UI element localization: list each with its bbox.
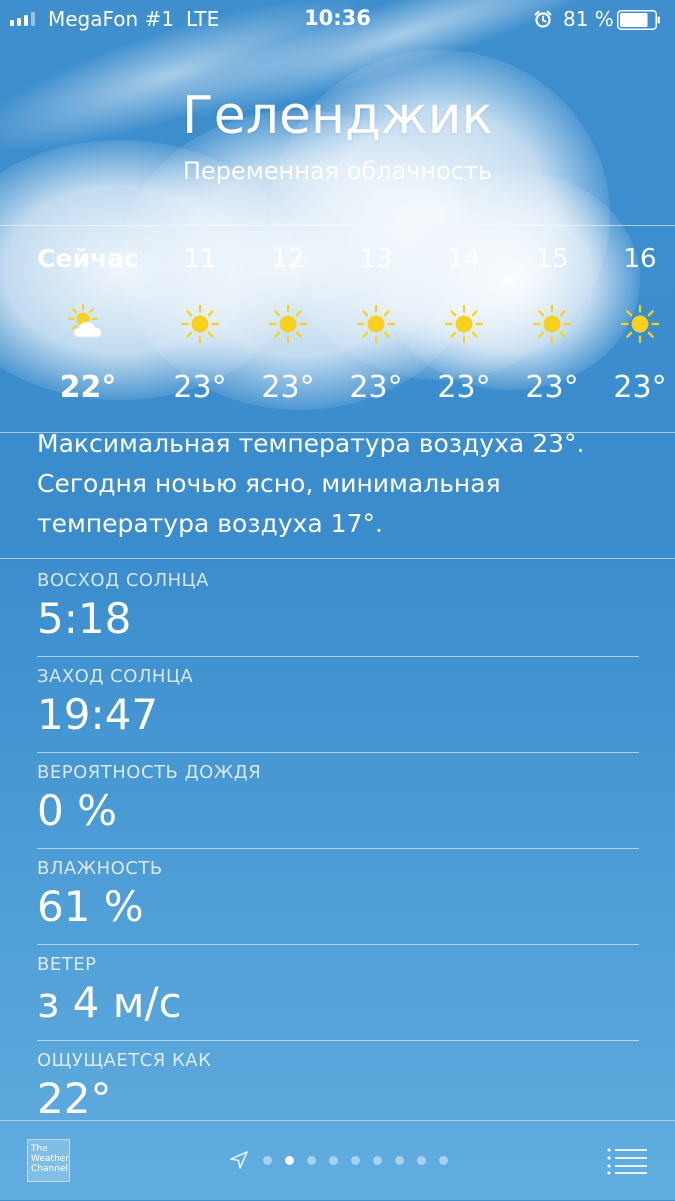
sun-icon bbox=[180, 304, 220, 344]
bottom-toolbar: The Weather Channel bbox=[0, 1120, 675, 1201]
rain-chance-value: 0 % bbox=[37, 786, 117, 835]
daily-summary: Максимальная температура воздуха 23°. Се… bbox=[37, 424, 637, 544]
sunset-label: ЗАХОД СОЛНЦА bbox=[37, 666, 194, 687]
page-dot[interactable] bbox=[263, 1156, 272, 1165]
page-dot[interactable] bbox=[373, 1156, 382, 1165]
battery-icon bbox=[617, 10, 660, 30]
humidity-label: ВЛАЖНОСТЬ bbox=[37, 858, 163, 879]
alarm-icon bbox=[534, 10, 552, 28]
page-dot[interactable] bbox=[395, 1156, 404, 1165]
battery-percent: 81 % bbox=[563, 7, 614, 31]
sun-icon bbox=[444, 304, 484, 344]
page-dot[interactable] bbox=[417, 1156, 426, 1165]
rain-chance-label: ВЕРОЯТНОСТЬ ДОЖДЯ bbox=[37, 762, 262, 783]
sunset-value: 19:47 bbox=[37, 690, 159, 739]
wind-label: ВЕТЕР bbox=[37, 954, 97, 975]
page-dot[interactable] bbox=[351, 1156, 360, 1165]
city-name: Геленджик bbox=[182, 86, 493, 146]
page-dot[interactable] bbox=[439, 1156, 448, 1165]
hour-temperature: 23° bbox=[613, 370, 667, 405]
divider bbox=[0, 558, 675, 559]
divider bbox=[0, 225, 675, 226]
divider bbox=[37, 656, 639, 657]
divider bbox=[37, 944, 639, 945]
divider bbox=[37, 752, 639, 753]
sunrise-label: ВОСХОД СОЛНЦА bbox=[37, 570, 209, 591]
logo-text: Channel bbox=[31, 1164, 68, 1174]
divider bbox=[37, 1040, 639, 1041]
weather-channel-logo[interactable]: The Weather Channel bbox=[27, 1139, 70, 1182]
sun-icon bbox=[268, 304, 308, 344]
weather-condition: Переменная облачность bbox=[182, 157, 493, 185]
wind-value: з 4 м/с bbox=[37, 978, 182, 1027]
summary-line: Сегодня ночью ясно, минимальная bbox=[37, 469, 501, 498]
partly-cloudy-icon bbox=[68, 304, 102, 338]
summary-line: Максимальная температура воздуха 23°. bbox=[37, 429, 585, 458]
hour-label: Сейчас bbox=[37, 244, 139, 273]
page-dot[interactable] bbox=[307, 1156, 316, 1165]
feels-like-value: 22° bbox=[37, 1074, 112, 1123]
hour-label: 16 bbox=[623, 244, 657, 274]
humidity-value: 61 % bbox=[37, 882, 144, 931]
status-bar: MegaFon #1 LTE 10:36 81 % bbox=[0, 0, 675, 40]
summary-line: температура воздуха 17°. bbox=[37, 509, 383, 538]
feels-like-label: ОЩУЩАЕТСЯ КАК bbox=[37, 1050, 212, 1071]
logo-text: The bbox=[31, 1144, 48, 1154]
city-list-icon[interactable] bbox=[605, 1147, 649, 1175]
logo-text: Weather bbox=[31, 1154, 69, 1164]
page-dot[interactable] bbox=[285, 1156, 294, 1165]
page-dot[interactable] bbox=[329, 1156, 338, 1165]
divider bbox=[37, 848, 639, 849]
page-indicator[interactable] bbox=[263, 1156, 448, 1165]
sun-icon bbox=[620, 304, 660, 344]
sunrise-value: 5:18 bbox=[37, 594, 132, 643]
sun-icon bbox=[532, 304, 572, 344]
hour-temperature: 22° bbox=[59, 370, 117, 405]
location-arrow-icon[interactable] bbox=[229, 1150, 249, 1170]
sun-icon bbox=[356, 304, 396, 344]
